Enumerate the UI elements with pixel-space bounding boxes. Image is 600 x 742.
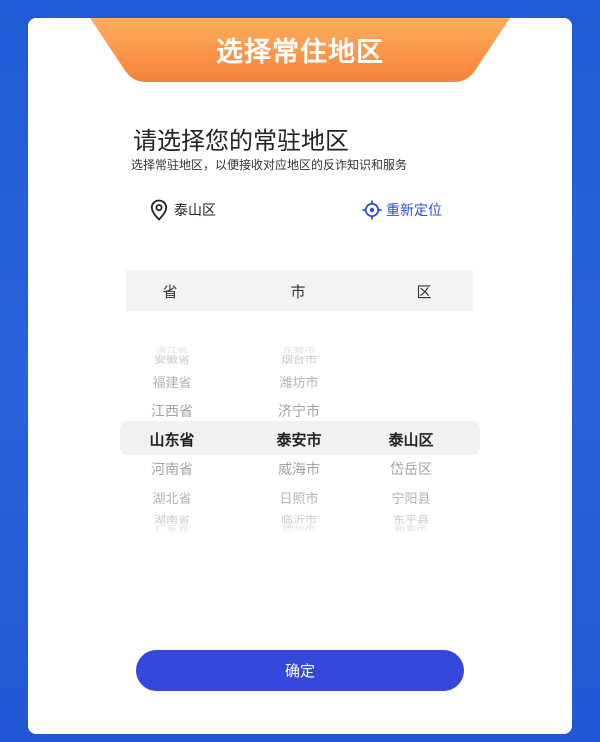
confirm-button[interactable]: 确定 [136, 650, 464, 691]
city-option[interactable]: 济宁市 [244, 401, 354, 421]
location-pin-icon [150, 199, 168, 221]
province-option[interactable]: 江西省 [117, 401, 227, 421]
city-wheel[interactable]: 东营市 烟台市 潍坊市 济宁市 泰安市 威海市 日照市 临沂市 德州市 [244, 338, 354, 538]
city-option[interactable]: 烟台市 [244, 352, 354, 366]
district-option[interactable]: 泰山区 [356, 429, 466, 450]
city-option[interactable]: 日照市 [244, 488, 354, 507]
district-option[interactable]: 岱岳区 [356, 459, 466, 479]
district-wheel[interactable]: 泰山区 岱岳区 宁阳县 东平县 新泰市 [356, 338, 466, 538]
district-option[interactable]: 宁阳县 [356, 488, 466, 507]
crosshair-icon [362, 200, 382, 220]
province-option[interactable]: 湖北省 [117, 488, 227, 507]
page-title: 请选择您的常驻地区 [133, 127, 349, 155]
city-option[interactable]: 威海市 [244, 459, 354, 479]
province-option[interactable]: 福建省 [117, 372, 227, 391]
city-option[interactable]: 德州市 [244, 524, 354, 534]
page-subtitle: 选择常驻地区，以便接收对应地区的反诈知识和服务 [131, 158, 408, 172]
title-banner: 选择常住地区 [90, 18, 510, 84]
relocate-label: 重新定位 [386, 203, 442, 219]
current-location-label: 泰山区 [174, 203, 216, 219]
banner-title: 选择常住地区 [216, 37, 384, 68]
current-location: 泰山区 [150, 198, 216, 222]
picker-header-district: 区 [416, 283, 432, 301]
region-card: 选择常住地区 请选择您的常驻地区 选择常驻地区，以便接收对应地区的反诈知识和服务… [28, 18, 572, 734]
picker-header-province: 省 [162, 283, 178, 301]
picker-header: 省 市 区 [126, 270, 473, 311]
province-option[interactable]: 河南省 [117, 459, 227, 479]
city-option[interactable]: 潍坊市 [244, 372, 354, 391]
province-wheel[interactable]: 浙江省 安徽省 福建省 江西省 山东省 河南省 湖北省 湖南省 广东省 [117, 338, 227, 538]
province-option[interactable]: 广东省 [117, 524, 227, 534]
district-option[interactable]: 新泰市 [356, 524, 466, 534]
picker-header-city: 市 [290, 283, 306, 301]
relocate-button[interactable]: 重新定位 [362, 198, 442, 222]
city-option[interactable]: 泰安市 [244, 429, 354, 450]
province-option[interactable]: 安徽省 [117, 352, 227, 366]
province-option[interactable]: 山东省 [117, 429, 227, 450]
